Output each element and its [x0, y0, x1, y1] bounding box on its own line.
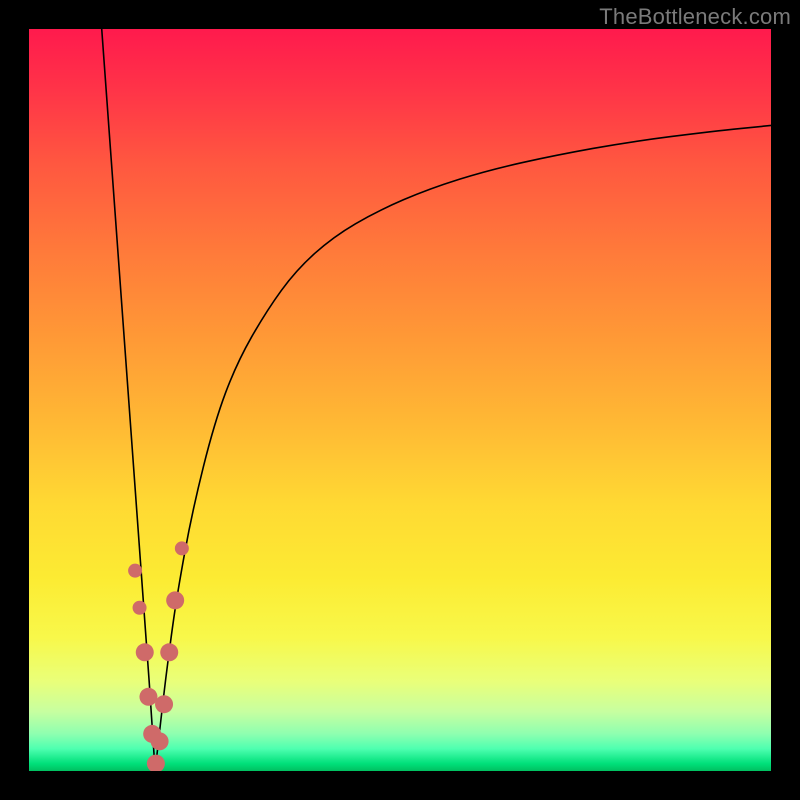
data-point [151, 732, 169, 750]
data-point [136, 643, 154, 661]
chart-svg [29, 29, 771, 771]
data-point [166, 591, 184, 609]
data-point [133, 601, 147, 615]
data-point [175, 541, 189, 555]
data-point [147, 755, 165, 771]
data-point [128, 564, 142, 578]
chart-area [29, 29, 771, 771]
watermark-text: TheBottleneck.com [599, 4, 791, 30]
data-points-group [128, 541, 189, 771]
curve-right-branch [155, 125, 771, 771]
data-point [139, 688, 157, 706]
data-point [160, 643, 178, 661]
data-point [155, 695, 173, 713]
